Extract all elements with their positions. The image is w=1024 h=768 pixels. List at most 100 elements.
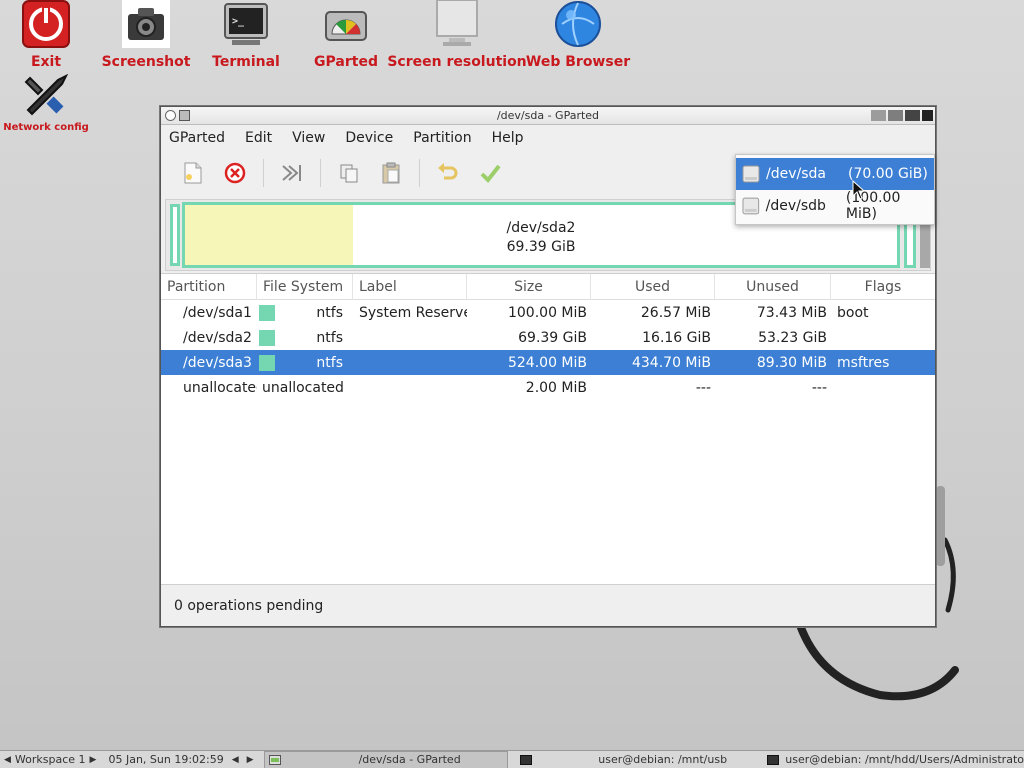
desktop-icon-web-browser[interactable]: Web Browser	[526, 0, 630, 70]
monitor-icon	[436, 0, 478, 46]
window-titlebar[interactable]: /dev/sda - GParted	[161, 107, 935, 125]
column-header-unused[interactable]: Unused	[715, 273, 831, 300]
cell-size: 69.39 GiB	[518, 329, 587, 346]
window-menu-icon[interactable]	[165, 110, 176, 121]
desktop-icon-label: Screen resolution	[387, 54, 527, 70]
cell-size: 100.00 MiB	[507, 304, 587, 321]
window-title: /dev/sda - GParted	[496, 109, 600, 122]
cell-used: 434.70 MiB	[631, 354, 711, 371]
taskbar-item-label: user@debian: /mnt/hdd/Users/Administrato	[785, 753, 1024, 766]
new-partition-button[interactable]	[175, 157, 211, 189]
taskbar: ◀ Workspace 1 ▶ 05 Jan, Sun 19:02:59 ◀ ▶…	[0, 750, 1024, 768]
table-row[interactable]: unallocated unallocated 2.00 MiB --- ---	[161, 375, 935, 400]
menu-partition[interactable]: Partition	[413, 130, 471, 146]
cell-used: ---	[695, 379, 711, 396]
terminal-task-icon	[520, 754, 533, 765]
copy-button[interactable]	[331, 157, 367, 189]
undo-button[interactable]	[430, 157, 466, 189]
menu-device[interactable]: Device	[345, 130, 393, 146]
desktop-icon-label: Network config	[3, 122, 89, 133]
gparted-task-icon	[268, 754, 281, 765]
desktop-icon-label: Screenshot	[101, 54, 191, 70]
status-bar: 0 operations pending	[161, 584, 935, 626]
table-row-selected[interactable]: /dev/sda3 ntfs 524.00 MiB 434.70 MiB 89.…	[161, 350, 935, 375]
task-next-arrow-icon[interactable]: ▶	[247, 755, 254, 765]
cell-flags	[831, 375, 935, 400]
desktop-icon-gparted[interactable]: GParted	[314, 0, 378, 70]
hard-disk-icon	[742, 197, 760, 215]
taskbar-item-terminal-usb[interactable]: user@debian: /mnt/usb	[516, 751, 749, 768]
desktop-icon-terminal[interactable]: >_ Terminal	[212, 0, 280, 70]
cell-partition: /dev/sda3	[183, 354, 252, 371]
cell-unused: 89.30 MiB	[756, 354, 827, 371]
desktop-icon-network-config[interactable]: Network config	[3, 70, 89, 133]
cell-unused: 53.23 GiB	[758, 329, 827, 346]
apply-button[interactable]	[472, 157, 508, 189]
device-selector-popup: /dev/sda (70.00 GiB) /dev/sdb (100.00 Mi…	[735, 154, 935, 225]
table-row[interactable]: /dev/sda1 ntfs System Reserved 100.00 Mi…	[161, 300, 935, 325]
cell-partition: /dev/sda1	[183, 304, 252, 321]
toolbar-separator	[320, 159, 321, 187]
desktop-icon-exit[interactable]: Exit	[20, 0, 72, 70]
minimize-button[interactable]	[888, 110, 903, 121]
hard-disk-icon	[742, 165, 760, 183]
column-header-size[interactable]: Size	[467, 273, 591, 300]
mouse-cursor-icon	[852, 180, 866, 200]
column-header-filesystem[interactable]: File System	[257, 273, 353, 300]
gparted-icon	[325, 11, 367, 41]
workspace-next-arrow-icon[interactable]: ▶	[90, 755, 97, 765]
menubar: GParted Edit View Device Partition Help	[161, 125, 935, 151]
partition-block-size: 69.39 GiB	[506, 239, 576, 255]
table-row[interactable]: /dev/sda2 ntfs 69.39 GiB 16.16 GiB 53.23…	[161, 325, 935, 350]
desktop-icon-screen-resolution[interactable]: Screen resolution	[387, 0, 527, 70]
cell-flags: msftres	[837, 354, 890, 371]
cell-partition: /dev/sda2	[183, 329, 252, 346]
copy-icon	[340, 164, 358, 183]
cell-filesystem: ntfs	[316, 354, 343, 371]
camera-icon	[122, 0, 170, 48]
column-header-label[interactable]: Label	[353, 273, 467, 300]
cell-flags: boot	[837, 304, 869, 321]
menu-view[interactable]: View	[292, 130, 325, 146]
cell-label: System Reserved	[359, 304, 467, 321]
cell-label	[353, 375, 467, 400]
desktop-icon-label: Web Browser	[525, 54, 631, 70]
shade-button[interactable]	[871, 110, 886, 121]
column-header-partition[interactable]: Partition	[161, 273, 257, 300]
maximize-button[interactable]	[905, 110, 920, 121]
paste-button[interactable]	[373, 157, 409, 189]
column-header-flags[interactable]: Flags	[831, 274, 935, 300]
workspace-name[interactable]: Workspace 1	[15, 753, 86, 766]
cell-used: 26.57 MiB	[640, 304, 711, 321]
checkmark-icon	[480, 164, 501, 184]
partition-table: Partition File System Label Size Used Un…	[161, 273, 935, 585]
device-option-sda[interactable]: /dev/sda (70.00 GiB)	[736, 158, 934, 190]
desktop-icon-screenshot[interactable]: Screenshot	[102, 0, 190, 70]
taskbar-item-label: /dev/sda - GParted	[358, 753, 461, 766]
menu-help[interactable]: Help	[492, 130, 524, 146]
column-header-used[interactable]: Used	[591, 273, 715, 300]
close-button[interactable]	[922, 110, 933, 121]
cell-filesystem: unallocated	[262, 379, 344, 396]
power-icon	[22, 0, 70, 48]
workspace-prev-arrow-icon[interactable]: ◀	[4, 755, 11, 765]
toolbar-separator	[263, 159, 264, 187]
filesystem-color-swatch	[259, 304, 275, 321]
taskbar-item-gparted[interactable]: /dev/sda - GParted	[263, 750, 509, 768]
vertical-scrollbar[interactable]	[936, 486, 945, 566]
undo-icon	[438, 163, 458, 180]
menu-edit[interactable]: Edit	[245, 130, 272, 146]
resize-icon	[282, 165, 301, 181]
resize-move-button[interactable]	[274, 157, 310, 189]
cell-label	[353, 350, 467, 375]
toolbar-separator	[419, 159, 420, 187]
menu-gparted[interactable]: GParted	[169, 130, 225, 146]
device-option-sdb[interactable]: /dev/sdb (100.00 MiB)	[736, 190, 934, 222]
device-name: /dev/sda	[766, 166, 826, 182]
delete-partition-button[interactable]	[217, 157, 253, 189]
cell-partition: unallocated	[183, 379, 257, 396]
task-prev-arrow-icon[interactable]: ◀	[232, 755, 239, 765]
taskbar-item-terminal-hdd[interactable]: user@debian: /mnt/hdd/Users/Administrato	[763, 751, 1024, 768]
cell-flags	[831, 325, 935, 350]
partition-block-sda1[interactable]	[170, 204, 180, 266]
